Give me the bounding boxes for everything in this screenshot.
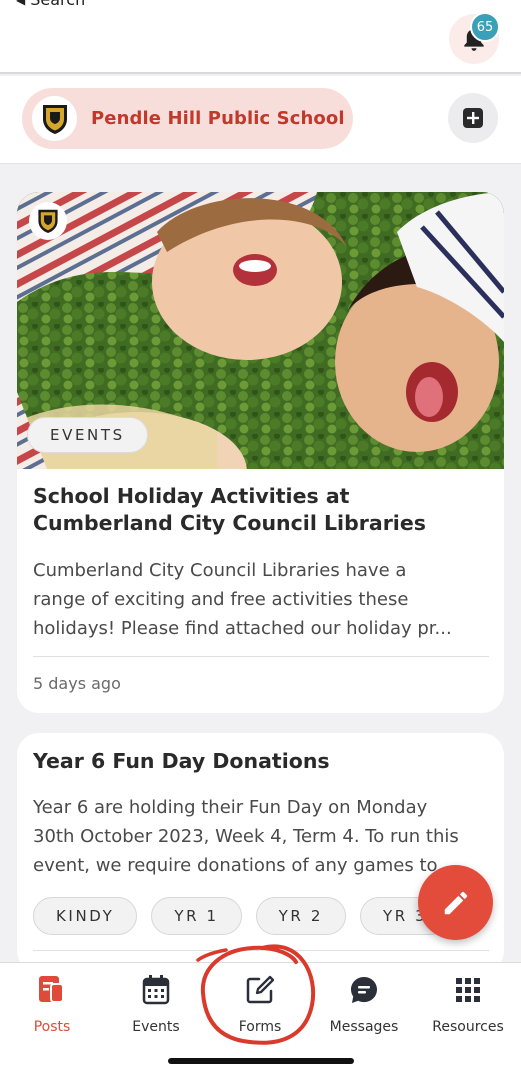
notification-count-badge: 65: [470, 12, 500, 42]
chat-icon: [347, 973, 381, 1007]
grid-icon: [451, 973, 485, 1007]
school-selector-row: Pendle Hill Public School: [0, 76, 521, 164]
compose-button[interactable]: [418, 865, 493, 940]
post-title: Year 6 Fun Day Donations: [33, 749, 330, 773]
divider: [33, 656, 489, 657]
nav-messages[interactable]: Messages: [314, 973, 414, 1035]
school-selector[interactable]: Pendle Hill Public School: [22, 88, 353, 149]
post-card[interactable]: Year 6 Fun Day Donations Year 6 are hold…: [17, 733, 504, 973]
tag-kindy: KINDY: [33, 897, 138, 935]
post-category-badge: EVENTS: [27, 417, 148, 453]
nav-posts[interactable]: Posts: [2, 973, 102, 1035]
edit-icon: [243, 973, 277, 1007]
post-excerpt-line: 30th October 2023, Week 4, Term 4. To ru…: [33, 826, 459, 847]
nav-events[interactable]: Events: [106, 973, 206, 1035]
back-label: Search: [30, 0, 85, 9]
post-school-logo: [29, 202, 67, 240]
post-excerpt-line: event, we require donations of any games…: [33, 855, 438, 876]
nav-resources[interactable]: Resources: [418, 973, 518, 1035]
plus-square-icon: [463, 108, 483, 128]
nav-label: Resources: [432, 1019, 504, 1035]
post-excerpt-line: Cumberland City Council Libraries have a: [33, 560, 407, 581]
post-excerpt-line: holidays! Please find attached our holid…: [33, 618, 452, 639]
nav-forms[interactable]: Forms: [210, 973, 310, 1035]
nav-label: Messages: [329, 1019, 399, 1035]
calendar-icon: [139, 973, 173, 1007]
home-indicator: [168, 1058, 354, 1064]
nav-label: Posts: [33, 1019, 71, 1035]
post-excerpt: Cumberland City Council Libraries have a…: [33, 556, 495, 643]
pencil-icon: [444, 891, 467, 914]
tag-yr2: YR 2: [255, 897, 346, 935]
post-title: School Holiday Activities at Cumberland …: [33, 484, 426, 535]
post-excerpt-line: Year 6 are holding their Fun Day on Mond…: [33, 797, 428, 818]
back-arrow-icon: ◀: [16, 0, 25, 7]
post-tags: KINDY YR 1 YR 2 YR 3: [33, 897, 451, 935]
posts-icon: [35, 973, 69, 1007]
nav-label: Events: [132, 1019, 180, 1035]
school-logo: [32, 96, 77, 141]
post-card[interactable]: EVENTS School Holiday Activities at Cumb…: [17, 192, 504, 713]
divider: [33, 950, 489, 951]
back-to-search-link[interactable]: ◀ Search: [16, 0, 85, 9]
school-name: Pendle Hill Public School: [91, 108, 345, 129]
top-bar: ◀ Search 65: [0, 0, 521, 74]
add-school-button[interactable]: [448, 93, 498, 143]
tag-yr1: YR 1: [151, 897, 242, 935]
post-excerpt-line: range of exciting and free activities th…: [33, 589, 409, 610]
nav-label: Forms: [238, 1019, 282, 1035]
post-excerpt: Year 6 are holding their Fun Day on Mond…: [33, 793, 495, 880]
post-timestamp: 5 days ago: [33, 674, 121, 693]
